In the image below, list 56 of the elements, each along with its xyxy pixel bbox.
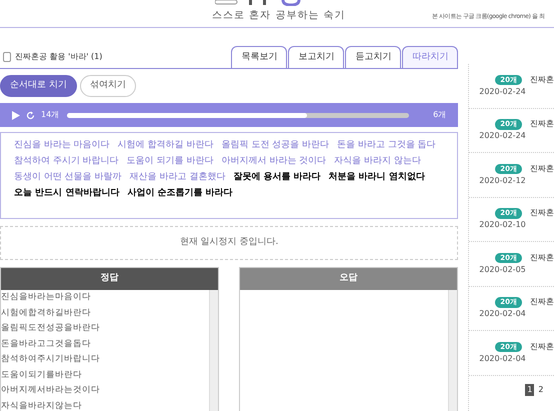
status-message: 현재 일시정지 중입니다. (180, 236, 278, 250)
sentence: 시험에 합격하길 바란다 (118, 139, 214, 152)
scrollbar[interactable] (448, 290, 458, 411)
sentence: 돈을 바라고 그것을 돕다 (337, 139, 436, 152)
repeat-icon[interactable] (26, 110, 35, 120)
sentence: 진심을 바라는 마음이다 (14, 139, 110, 152)
lesson-date: 2020-02-10 (479, 219, 527, 232)
lesson-date: 2020-02-05 (479, 264, 527, 276)
lesson-link[interactable]: 진짜혼 (530, 162, 554, 175)
sentence: 처분을 바라니 염치없다 (328, 171, 425, 184)
lesson-link[interactable]: 진짜혼 (530, 74, 554, 86)
panel-header: 정답 (1, 268, 218, 290)
answer-item: 자식을바라지않는다 (1, 400, 83, 411)
lesson-date: 2020-02-04 (479, 308, 527, 320)
answer-item: 돈을바라고그것을돕다 (1, 338, 92, 350)
lesson-title: 진짜혼공 활용 '바라' (1) (15, 51, 102, 63)
answer-item: 진심을바라는마음이다 (1, 291, 92, 304)
document-icon (3, 52, 11, 62)
sentence: 동생이 어떤 선물을 바랄까 (14, 171, 122, 184)
panel-header: 오답 (240, 268, 458, 290)
answer-item: 시험에합격하길바란다 (1, 306, 92, 320)
remaining-count: 6개 (433, 109, 446, 121)
site-tagline: 스스로 혼자 공부하는 숙기 (212, 9, 346, 23)
lesson-date: 2020-02-12 (479, 174, 527, 187)
page-link[interactable]: 2 (536, 384, 546, 396)
tab[interactable]: 따라치기 (402, 46, 458, 68)
sentence: 올림픽 도전 성공을 바란다 (221, 139, 330, 152)
sentence: 도움이 되기를 바란다 (126, 155, 214, 168)
sentence: 자식을 바라지 않는다 (334, 155, 421, 168)
page-link[interactable]: 1 (525, 384, 534, 396)
lesson-link[interactable]: 진짜혼 (530, 296, 554, 308)
lesson-date: 2020-02-24 (479, 86, 527, 98)
lesson-link[interactable]: 진짜혼 (530, 340, 554, 353)
answer-item: 아버지께서바라는것이다 (1, 384, 101, 397)
sentence: 재산을 바라고 결혼했다 (130, 171, 226, 184)
sentence: 참석하여 주시기 바랍니다 (14, 155, 119, 168)
lesson-date: 2020-02-04 (479, 352, 527, 365)
answer-item: 올림픽도전성공을바란다 (1, 322, 101, 335)
lesson-link[interactable]: 진짜혼 (530, 252, 554, 264)
tab[interactable]: 듣고치기 (345, 46, 402, 68)
mode-button[interactable]: 섞여치기 (80, 75, 136, 97)
tab[interactable]: 목록보기 (231, 46, 288, 68)
sentence: 오늘 반드시 연락바랍니다 (14, 187, 120, 200)
tab[interactable]: 보고치기 (288, 46, 344, 68)
scrollbar[interactable] (209, 290, 218, 411)
sentence: 잘못에 용서를 바라다 (233, 171, 321, 184)
done-count: 14개 (41, 109, 60, 121)
mode-button[interactable]: 순서대로 치기 (0, 75, 77, 97)
lesson-date: 2020-02-24 (479, 130, 527, 142)
answer-item: 참석하여주시기바랍니다 (1, 353, 101, 366)
sentence: 사업이 순조롭기를 바라다 (127, 187, 233, 200)
play-icon[interactable] (12, 110, 20, 120)
lesson-link[interactable]: 진짜혼 (530, 207, 554, 220)
lesson-link[interactable]: 진짜혼 (530, 118, 554, 130)
answer-item: 도움이되기를바란다 (1, 368, 83, 382)
sentence: 아버지께서 바라는 것이다 (221, 155, 326, 168)
